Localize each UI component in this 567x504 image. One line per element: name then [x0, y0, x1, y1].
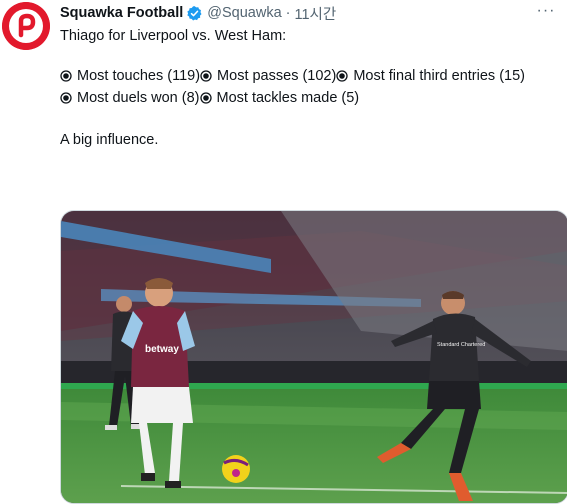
stat-item: Most touches (119)	[60, 66, 200, 86]
radio-bullet-icon	[60, 92, 72, 104]
tweet-header: Squawka Football @Squawka · 11시간	[60, 3, 336, 24]
radio-bullet-icon	[199, 92, 212, 104]
radio-bullet-icon	[60, 70, 72, 82]
tweet-timestamp[interactable]: 11시간	[294, 3, 336, 24]
stat-text: Most duels won (8)	[77, 90, 200, 106]
tweet-text: Thiago for Liverpool vs. West Ham: Most …	[60, 26, 567, 150]
match-photo: betway Standard Chartered 6	[61, 211, 567, 503]
stat-text: Most passes (102)	[217, 68, 337, 84]
verified-badge-icon	[187, 5, 202, 20]
stat-item: Most passes (102)	[200, 66, 336, 86]
stat-item: Most duels won (8)	[60, 88, 200, 108]
stat-text: Most final third entries (15)	[353, 68, 525, 84]
separator-dot: ·	[285, 5, 291, 21]
stat-text: Most touches (119)	[77, 68, 201, 84]
squawka-logo-icon	[2, 2, 50, 50]
author-handle[interactable]: @Squawka	[207, 5, 281, 21]
radio-bullet-icon	[200, 70, 212, 82]
author-name[interactable]: Squawka Football	[60, 5, 183, 21]
tweet-intro: Thiago for Liverpool vs. West Ham:	[60, 28, 287, 44]
stat-text: Most tackles made (5)	[216, 90, 360, 106]
football	[222, 455, 250, 483]
stat-item: Most tackles made (5)	[199, 88, 360, 108]
radio-bullet-icon	[336, 70, 348, 82]
stats-list: Most touches (119) Most passes (102) Most …	[60, 66, 567, 110]
stat-item: Most final third entries (15)	[336, 66, 525, 86]
more-options-icon[interactable]: ···	[535, 2, 557, 20]
west-ham-sponsor: betway	[145, 344, 179, 355]
avatar[interactable]	[2, 2, 50, 50]
tweet-closing: A big influence.	[60, 132, 159, 148]
tweet-photo[interactable]: betway Standard Chartered 6	[60, 210, 567, 504]
liverpool-sponsor: Standard Chartered	[437, 342, 485, 348]
